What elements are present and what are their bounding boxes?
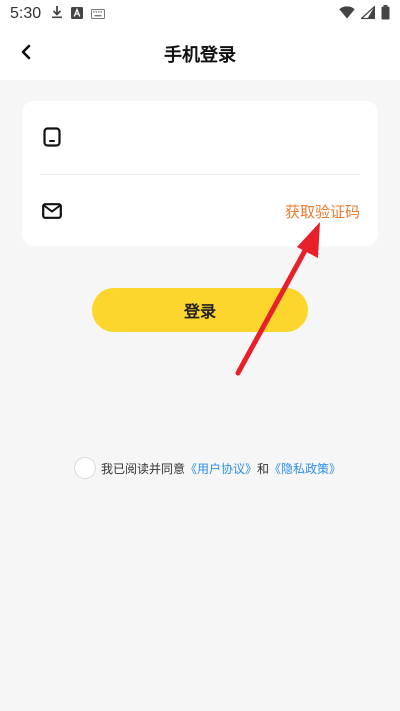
signal-icon <box>359 5 376 23</box>
status-bar: 5:30 <box>0 0 400 28</box>
agreement-row: 我已阅读并同意 《用户协议》 和 《隐私政策》 <box>74 456 341 480</box>
phone-icon <box>42 127 62 147</box>
agreement-and: 和 <box>257 461 270 476</box>
agreement-prefix: 我已阅读并同意 <box>101 461 186 476</box>
code-row: 获取验证码 <box>22 175 378 247</box>
privacy-policy-link[interactable]: 《隐私政策》 <box>269 460 341 477</box>
status-right-icons <box>339 4 390 24</box>
phone-row <box>22 101 378 173</box>
get-code-button[interactable]: 获取验证码 <box>285 201 360 222</box>
login-button[interactable]: 登录 <box>92 288 308 332</box>
status-time: 5:30 <box>10 5 42 22</box>
back-button[interactable] <box>12 40 40 68</box>
login-screen: 5:30 手机登录 获取验证码 登录 我已阅读并同意 《用户协议》 和 《隐私政… <box>0 0 400 711</box>
download-icon <box>51 5 63 23</box>
phone-input[interactable] <box>76 117 378 157</box>
verification-code-input[interactable] <box>76 191 285 231</box>
chevron-left-icon <box>20 44 32 64</box>
keyboard-icon <box>91 5 106 23</box>
agreement-checkbox[interactable] <box>74 457 96 479</box>
wifi-icon <box>339 5 355 23</box>
mail-icon <box>42 201 62 221</box>
page-title: 手机登录 <box>164 45 236 66</box>
status-left-icons <box>51 5 106 23</box>
battery-icon <box>381 4 390 24</box>
user-agreement-link[interactable]: 《用户协议》 <box>185 460 257 477</box>
login-form-card: 获取验证码 <box>22 101 378 246</box>
a-box-icon <box>71 5 84 23</box>
header: 手机登录 <box>0 28 400 80</box>
